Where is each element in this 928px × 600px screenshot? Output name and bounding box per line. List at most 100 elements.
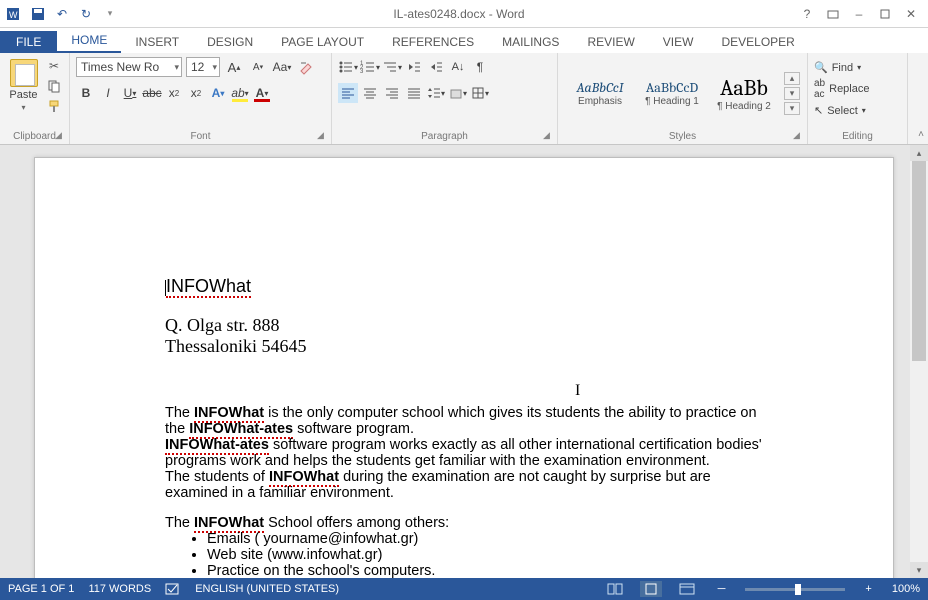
clear-formatting-icon[interactable] [296,57,316,77]
scroll-track[interactable] [910,161,928,562]
strikethrough-button[interactable]: abc [142,83,162,103]
page[interactable]: INFOWhat Q. Olga str. 888 Thessaloniki 5… [34,157,894,578]
collapse-ribbon-icon[interactable]: ˄ [918,129,924,140]
group-styles-label: Styles [558,131,807,142]
borders-icon[interactable]: ▾ [470,83,490,103]
binoculars-icon: 🔍 [814,61,828,74]
cut-icon[interactable]: ✂ [45,57,63,75]
minimize-icon[interactable]: – [850,5,868,23]
zoom-slider[interactable] [745,588,845,591]
zoom-level[interactable]: 100% [892,583,920,595]
window-title: IL-ates0248.docx - Word [120,7,798,21]
highlight-color-icon[interactable]: ab▾ [230,83,250,103]
bold-button[interactable]: B [76,83,96,103]
scroll-down-icon[interactable]: ▾ [910,562,928,578]
close-icon[interactable]: ✕ [902,5,920,23]
align-left-icon[interactable] [338,83,358,103]
ribbon-tabs: FILE HOME INSERT DESIGN PAGE LAYOUT REFE… [0,28,928,53]
font-color-icon[interactable]: A▾ [252,83,272,103]
superscript-button[interactable]: x2 [186,83,206,103]
paragraph-launcher-icon[interactable]: ◢ [543,130,553,140]
bullets-icon[interactable]: ▾ [338,57,358,77]
format-painter-icon[interactable] [45,97,63,115]
word-icon: W [4,4,24,24]
grow-font-icon[interactable]: A▴ [224,57,244,77]
styles-gallery-more[interactable]: ▴▾▾ [784,72,800,115]
list-item: Practice on the school's computers. [207,563,763,578]
replace-button[interactable]: abacReplace [814,78,901,100]
change-case-icon[interactable]: Aa▾ [272,57,292,77]
find-button[interactable]: 🔍Find▾ [814,61,901,74]
tab-insert[interactable]: INSERT [121,31,193,53]
show-marks-icon[interactable]: ¶ [470,57,490,77]
group-editing: 🔍Find▾ abacReplace ↖Select▾ Editing [808,53,908,144]
zoom-in-button[interactable]: + [859,583,877,595]
clipboard-launcher-icon[interactable]: ◢ [55,130,65,140]
group-paragraph-label: Paragraph [332,131,557,142]
paste-button[interactable]: Paste ▾ [6,57,41,115]
group-paragraph: ▾ 123▾ ▾ A↓ ¶ ▾ ▾ ▾ Paragraph ◢ [332,53,558,144]
font-launcher-icon[interactable]: ◢ [317,130,327,140]
tab-page-layout[interactable]: PAGE LAYOUT [267,31,378,53]
doc-address-1: Q. Olga str. 888 [165,315,763,336]
text-effects-icon[interactable]: A▾ [208,83,228,103]
styles-launcher-icon[interactable]: ◢ [793,130,803,140]
doc-para-2: INFOWhat-ates software program works exa… [165,437,763,469]
underline-button[interactable]: U▾ [120,83,140,103]
restore-icon[interactable] [876,5,894,23]
numbering-icon[interactable]: 123▾ [360,57,380,77]
proofing-icon[interactable] [165,582,181,596]
doc-heading: INFOWhat [166,276,251,298]
print-layout-icon[interactable] [640,581,662,597]
tab-mailings[interactable]: MAILINGS [488,31,573,53]
italic-button[interactable]: I [98,83,118,103]
status-language[interactable]: ENGLISH (UNITED STATES) [195,583,339,595]
align-right-icon[interactable] [382,83,402,103]
font-size-combo[interactable]: 12 [186,57,220,77]
justify-icon[interactable] [404,83,424,103]
increase-indent-icon[interactable] [426,57,446,77]
multilevel-list-icon[interactable]: ▾ [382,57,402,77]
ribbon-display-icon[interactable] [824,5,842,23]
copy-icon[interactable] [45,77,63,95]
select-button[interactable]: ↖Select▾ [814,104,901,117]
help-icon[interactable]: ? [798,5,816,23]
scroll-up-icon[interactable]: ▴ [910,145,928,161]
tab-references[interactable]: REFERENCES [378,31,488,53]
tab-developer[interactable]: DEVELOPER [707,31,808,53]
style-heading2[interactable]: AaBb ¶ Heading 2 [708,63,780,123]
tab-file[interactable]: FILE [0,31,57,53]
redo-icon[interactable]: ↻ [76,4,96,24]
font-name-combo[interactable]: Times New Ro [76,57,182,77]
line-spacing-icon[interactable]: ▾ [426,83,446,103]
sort-icon[interactable]: A↓ [448,57,468,77]
group-styles: AaBbCcI Emphasis AaBbCcD ¶ Heading 1 AaB… [558,53,808,144]
zoom-out-button[interactable]: ─ [712,583,732,595]
tab-review[interactable]: REVIEW [573,31,648,53]
cursor-icon: ↖ [814,104,823,117]
shrink-font-icon[interactable]: A▾ [248,57,268,77]
tab-design[interactable]: DESIGN [193,31,267,53]
save-icon[interactable] [28,4,48,24]
scroll-thumb[interactable] [912,161,926,361]
more-icon: ▾ [784,102,800,115]
style-heading1[interactable]: AaBbCcD ¶ Heading 1 [636,63,708,123]
list-item: Emails ( yourname@infowhat.gr) [207,531,763,547]
vertical-scrollbar[interactable]: ▴ ▾ [910,145,928,578]
svg-text:3: 3 [360,69,364,74]
web-layout-icon[interactable] [676,581,698,597]
status-words[interactable]: 117 WORDS [88,583,151,595]
subscript-button[interactable]: x2 [164,83,184,103]
qat-customize-icon[interactable]: ▾ [100,4,120,24]
align-center-icon[interactable] [360,83,380,103]
shading-icon[interactable]: ▾ [448,83,468,103]
style-emphasis[interactable]: AaBbCcI Emphasis [564,63,636,123]
status-page[interactable]: PAGE 1 OF 1 [8,583,74,595]
read-mode-icon[interactable] [604,581,626,597]
undo-icon[interactable]: ↶ [52,4,72,24]
tab-view[interactable]: VIEW [649,31,708,53]
doc-para-1: The INFOWhat is the only computer school… [165,405,763,437]
tab-home[interactable]: HOME [57,29,121,53]
paste-label: Paste [9,89,37,101]
decrease-indent-icon[interactable] [404,57,424,77]
